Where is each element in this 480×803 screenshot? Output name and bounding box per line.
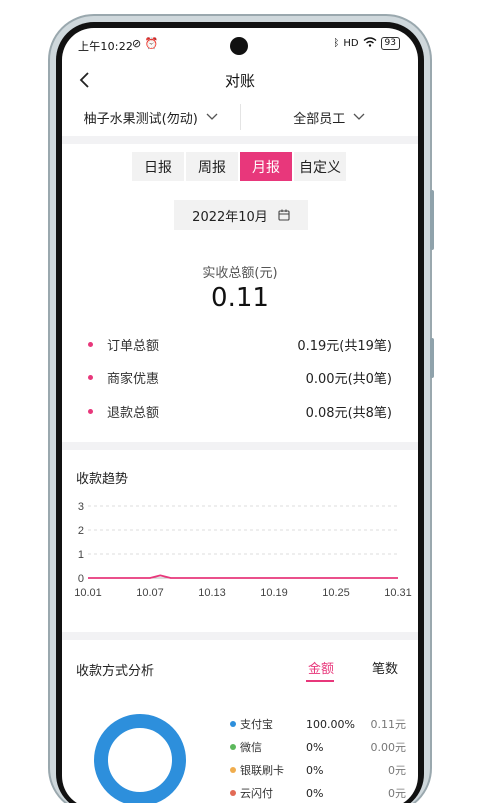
legend-dot [230, 744, 236, 750]
tab-amount[interactable]: 金额 [308, 658, 334, 677]
x-tick-label: 10.07 [136, 587, 164, 599]
legend-pct: 0% [306, 763, 324, 777]
legend-name: 微信 [240, 741, 262, 754]
alarm-icon: ⊘ ⏰ [132, 37, 159, 50]
legend-amount: 0元 [388, 764, 406, 777]
trend-title: 收款趋势 [76, 472, 129, 487]
status-right-icons: ᛒ HD 93 [333, 37, 400, 50]
wifi-icon [363, 37, 377, 50]
legend-amount: 0.00元 [370, 741, 407, 754]
legend-name: 云闪付 [240, 787, 273, 800]
stat-label: 订单总额 [107, 338, 160, 354]
staff-selector[interactable]: 全部员工 [241, 98, 419, 136]
stat-row-orders: 订单总额 0.19元(共19笔) [88, 334, 392, 354]
trend-chart: 0 1 2 3 10.01 10.07 10.13 10.19 10.25 10.31 [74, 501, 412, 599]
bullet-icon [88, 341, 93, 347]
calendar-icon [278, 209, 290, 221]
x-tick-label: 10.25 [322, 587, 350, 599]
tab-weekly[interactable]: 周报 [186, 152, 238, 181]
date-picker-value: 2022年10月 [192, 209, 268, 225]
x-tick-label: 10.31 [384, 587, 412, 599]
power-button [430, 338, 434, 378]
filter-row: 柚子水果测试(勿动) 全部员工 [62, 98, 418, 136]
x-tick-label: 10.01 [74, 587, 102, 599]
period-tabs: 日报 周报 月报 自定义 [132, 152, 346, 181]
y-tick-label: 0 [78, 573, 84, 585]
legend-row: 微信 0% 0.00元 [230, 738, 406, 756]
status-time: 上午10:22 [78, 40, 134, 53]
page-title: 对账 [224, 72, 255, 90]
legend-pct: 0% [306, 740, 324, 754]
volume-button [430, 190, 434, 250]
chevron-down-icon [353, 113, 365, 120]
tab-daily[interactable]: 日报 [132, 152, 184, 181]
date-picker[interactable]: 2022年10月 [174, 200, 308, 230]
staff-selector-label: 全部员工 [293, 111, 346, 127]
x-tick-label: 10.13 [198, 587, 226, 599]
series-line [88, 574, 398, 579]
section-divider [62, 136, 418, 144]
summary-value: 0.11 [211, 283, 269, 313]
stat-label: 退款总额 [107, 405, 160, 421]
stat-value: 0.00元(共0笔) [305, 371, 392, 387]
summary-label: 实收总额(元) [202, 266, 278, 281]
payment-title: 收款方式分析 [76, 664, 155, 679]
stat-value: 0.08元(共8笔) [305, 405, 392, 421]
x-tick-label: 10.19 [260, 587, 288, 599]
battery-icon: 93 [380, 37, 400, 50]
store-selector[interactable]: 柚子水果测试(勿动) [62, 98, 240, 136]
tab-monthly[interactable]: 月报 [240, 152, 292, 181]
legend-pct: 100.00% [306, 717, 355, 731]
tab-amount-underline [306, 680, 334, 682]
stat-row-refund: 退款总额 0.08元(共8笔) [88, 401, 392, 421]
legend-dot [230, 721, 236, 727]
legend-row: 银联刷卡 0% 0元 [230, 761, 406, 779]
y-tick-label: 1 [78, 549, 84, 561]
legend-dot [230, 767, 236, 773]
legend-amount: 0元 [388, 787, 406, 800]
bullet-icon [88, 408, 93, 414]
donut-ring [94, 714, 186, 803]
section-divider [62, 632, 418, 640]
section-divider [62, 442, 418, 450]
legend-row: 云闪付 0% 0元 [230, 784, 406, 802]
screen: 上午10:22 ⊘ ⏰ ᛒ HD 93 对账 柚子水果测试(勿动) 全部员工 日… [62, 28, 418, 803]
payment-donut-chart [94, 714, 186, 803]
signal-icon: HD [343, 38, 359, 49]
tab-custom[interactable]: 自定义 [294, 152, 346, 181]
legend-name: 银联刷卡 [240, 764, 284, 777]
legend-name: 支付宝 [240, 718, 273, 731]
front-camera [230, 37, 248, 55]
tab-count[interactable]: 笔数 [372, 658, 398, 677]
stat-label: 商家优惠 [107, 371, 160, 387]
stat-row-discount: 商家优惠 0.00元(共0笔) [88, 367, 392, 387]
status-bar: 上午10:22 ⊘ ⏰ ᛒ HD 93 [62, 28, 418, 62]
stat-value: 0.19元(共19笔) [297, 338, 392, 354]
chevron-down-icon [206, 113, 218, 120]
bullet-icon [88, 374, 93, 380]
y-tick-label: 2 [78, 525, 84, 537]
legend-dot [230, 790, 236, 796]
legend-amount: 0.11元 [370, 718, 407, 731]
store-selector-label: 柚子水果测试(勿动) [83, 111, 198, 127]
nav-bar: 对账 [62, 62, 418, 98]
legend-row: 支付宝 100.00% 0.11元 [230, 715, 406, 733]
bluetooth-icon: ᛒ [333, 38, 340, 49]
y-tick-label: 3 [78, 501, 84, 513]
legend-pct: 0% [306, 786, 324, 800]
